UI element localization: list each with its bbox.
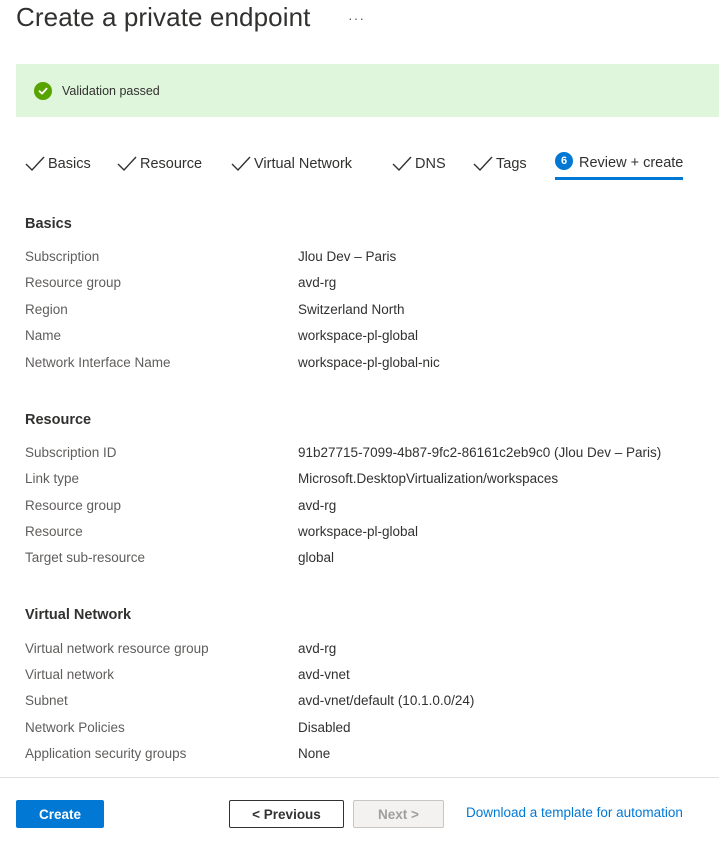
row-label: Resource group [25,498,122,513]
section-title-resource: Resource [25,412,92,428]
tab-label: Basics [48,156,91,172]
footer-divider [0,777,719,778]
step-number-badge: 6 [555,151,573,170]
checkmark-icon [473,156,493,172]
row-label: Subnet [25,693,68,708]
checkmark-icon [117,156,137,172]
tab-tags[interactable]: Tags [472,148,527,180]
row-value: Switzerland North [298,302,405,317]
summary-row: Network Interface Name workspace-pl-globa… [25,355,705,373]
section-title-basics: Basics [25,216,72,232]
summary-row: Target sub-resource global [25,550,705,568]
summary-row: Subnet avd-vnet/default (10.1.0.0/24) [25,693,705,711]
row-value: workspace-pl-global [298,524,419,539]
tab-virtual-network[interactable]: Virtual Network [230,148,352,180]
more-options-icon[interactable]: ··· [348,10,365,26]
summary-row: Resource workspace-pl-global [25,524,705,542]
summary-row: Subscription ID 91b27715-7099-4b87-9fc2-8… [25,445,705,463]
row-label: Subscription ID [25,445,117,460]
summary-row: Resource group avd-rg [25,275,705,293]
tab-label: Resource [140,156,203,172]
row-label: Resource group [25,275,122,290]
tab-resource[interactable]: Resource [116,148,202,180]
row-value: avd-rg [298,275,337,290]
wizard-tabs: Basics Resource Virtual Network DNS Tags… [16,148,716,182]
tab-label: Review + create [579,154,684,171]
row-value: global [298,550,335,565]
tab-review-create[interactable]: 6 Review + create [555,148,684,180]
summary-row: Link type Microsoft.DesktopVirtualization… [25,471,705,489]
validation-banner: Validation passed [16,64,719,117]
row-label: Name [25,328,62,343]
summary-row: Region Switzerland North [25,302,705,320]
tab-dns[interactable]: DNS [391,148,446,180]
row-value: Disabled [298,720,351,735]
tab-label: DNS [415,156,446,172]
checkmark-icon [231,156,251,172]
success-check-icon [34,81,52,100]
row-label: Network Interface Name [25,355,171,370]
download-template-link[interactable]: Download a template for automation [466,805,683,820]
row-label: Application security groups [25,746,187,761]
row-label: Resource [25,524,83,539]
validation-text: Validation passed [62,83,160,98]
summary-row: Resource group avd-rg [25,498,705,516]
row-value: avd-vnet/default (10.1.0.0/24) [298,693,475,708]
summary-row: Application security groups None [25,746,705,764]
row-label: Link type [25,471,80,486]
row-value: avd-rg [298,641,337,656]
summary-row: Name workspace-pl-global [25,328,705,346]
row-label: Subscription [25,249,100,264]
summary-row: Network Policies Disabled [25,720,705,738]
row-label: Region [25,302,68,317]
row-value: 91b27715-7099-4b87-9fc2-86161c2eb9c0 (Jl… [298,445,662,460]
summary-row: Subscription Jlou Dev – Paris [25,249,705,267]
row-value: Microsoft.DesktopVirtualization/workspac… [298,471,559,486]
summary-row: Virtual network avd-vnet [25,667,705,685]
row-label: Virtual network [25,667,115,682]
tab-basics[interactable]: Basics [24,148,91,180]
row-label: Target sub-resource [25,550,146,565]
row-value: workspace-pl-global-nic [298,355,440,370]
section-title-virtual-network: Virtual Network [25,607,132,623]
row-value: Jlou Dev – Paris [298,249,397,264]
row-value: None [298,746,331,761]
tab-label: Virtual Network [254,156,353,172]
page-title: Create a private endpoint [16,2,311,32]
row-value: avd-rg [298,498,337,513]
tab-label: Tags [496,156,527,172]
row-label: Network Policies [25,720,125,735]
row-value: workspace-pl-global [298,328,419,343]
summary-row: Virtual network resource group avd-rg [25,641,705,659]
row-label: Virtual network resource group [25,641,209,656]
checkmark-icon [392,156,412,172]
row-value: avd-vnet [298,667,350,682]
next-button[interactable]: Next > [353,800,444,828]
create-button[interactable]: Create [16,800,104,828]
checkmark-icon [25,156,45,172]
previous-button[interactable]: < Previous [229,800,344,828]
